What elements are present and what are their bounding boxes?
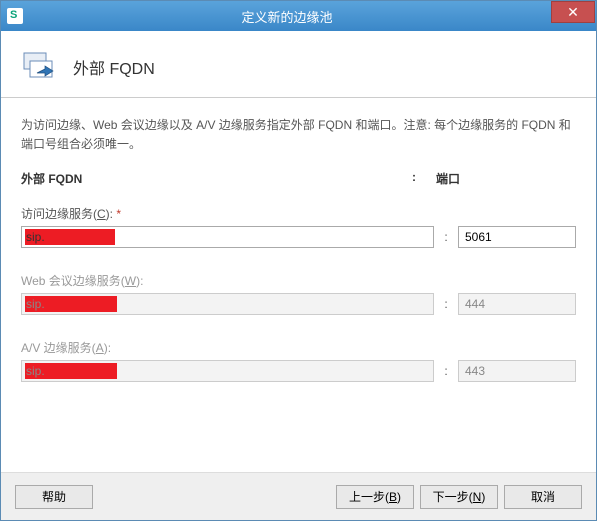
webconf-edge-group: Web 会议边缘服务(W): sip. : [21, 272, 576, 315]
av-edge-group: A/V 边缘服务(A): sip. : [21, 339, 576, 382]
window-title: 定义新的边缘池 [23, 7, 551, 26]
access-edge-fqdn-input[interactable]: sip. [21, 226, 434, 248]
wizard-footer: 帮助 上一步(B) 下一步(N) 取消 [1, 472, 596, 520]
back-button[interactable]: 上一步(B) [336, 485, 414, 509]
separator-colon: : [434, 230, 458, 244]
titlebar: 定义新的边缘池 ✕ [1, 1, 596, 31]
column-headers: 外部 FQDN : 端口 [21, 170, 576, 187]
access-edge-port-input[interactable] [458, 226, 576, 248]
next-button[interactable]: 下一步(N) [420, 485, 498, 509]
page-header: 外部 FQDN [1, 31, 596, 98]
webconf-edge-port-input [458, 293, 576, 315]
separator-colon: : [434, 297, 458, 311]
access-edge-group: 访问边缘服务(C): * sip. : [21, 205, 576, 248]
wizard-window: 定义新的边缘池 ✕ 外部 FQDN 为访问边缘、Web 会议边缘以及 A/V 边… [0, 0, 597, 521]
page-title: 外部 FQDN [73, 55, 155, 79]
column-port-header: 端口 [436, 170, 576, 187]
access-edge-label: 访问边缘服务(C): * [21, 205, 576, 222]
wizard-body: 为访问边缘、Web 会议边缘以及 A/V 边缘服务指定外部 FQDN 和端口。注… [1, 98, 596, 472]
description-text: 为访问边缘、Web 会议边缘以及 A/V 边缘服务指定外部 FQDN 和端口。注… [21, 116, 576, 154]
close-button[interactable]: ✕ [551, 1, 595, 23]
column-fqdn-header: 外部 FQDN [21, 170, 412, 187]
app-icon [7, 8, 23, 24]
av-edge-label: A/V 边缘服务(A): [21, 339, 576, 356]
webconf-edge-fqdn-input: sip. [21, 293, 434, 315]
cancel-button[interactable]: 取消 [504, 485, 582, 509]
wizard-step-icon [21, 47, 61, 87]
help-button[interactable]: 帮助 [15, 485, 93, 509]
av-edge-fqdn-input: sip. [21, 360, 434, 382]
webconf-edge-label: Web 会议边缘服务(W): [21, 272, 576, 289]
column-colon: : [412, 170, 436, 187]
separator-colon: : [434, 364, 458, 378]
av-edge-port-input [458, 360, 576, 382]
